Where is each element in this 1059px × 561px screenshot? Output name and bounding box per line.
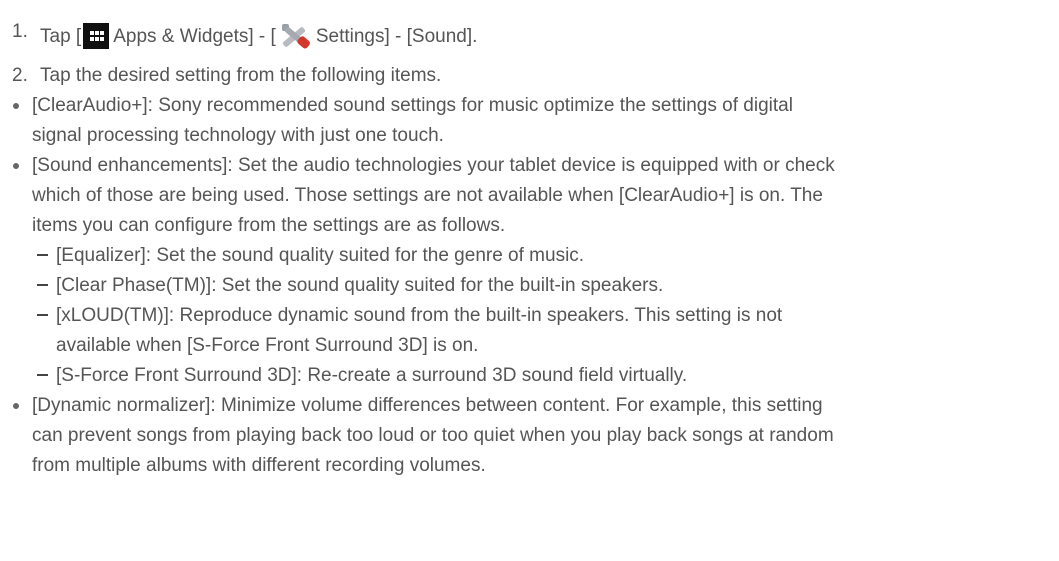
step-1-settings-label: Settings] - [Sound]. bbox=[315, 26, 478, 47]
dash-marker bbox=[37, 254, 48, 256]
step-1-text: Tap [ Apps & Widgets] - [ Settings] - [S… bbox=[40, 20, 477, 50]
sub-equalizer-text: [Equalizer]: Set the sound quality suite… bbox=[56, 245, 585, 266]
bullet-dot bbox=[13, 403, 19, 409]
item-sound-enh-line-3: items you can configure from the setting… bbox=[32, 215, 506, 236]
sub-xloud-line-1: [xLOUD(TM)]: Reproduce dynamic sound fro… bbox=[56, 305, 783, 326]
step-1-pre: Tap [ bbox=[40, 26, 82, 47]
item-sound-enh-line-1: [Sound enhancements]: Set the audio tech… bbox=[32, 155, 835, 176]
bullet-dot bbox=[13, 163, 19, 169]
settings-tools-icon bbox=[281, 24, 310, 49]
item-clearaudio-line-2: signal processing technology with just o… bbox=[32, 125, 444, 146]
sub-clear-phase-text: [Clear Phase(TM)]: Set the sound quality… bbox=[56, 275, 664, 296]
item-sound-enh-line-2: which of those are being used. Those set… bbox=[32, 185, 823, 206]
item-dyn-norm-line-2: can prevent songs from playing back too … bbox=[32, 425, 834, 446]
item-dyn-norm-line-1: [Dynamic normalizer]: Minimize volume di… bbox=[32, 395, 823, 416]
bullet-dot bbox=[13, 103, 19, 109]
item-dyn-norm-line-3: from multiple albums with different reco… bbox=[32, 455, 486, 476]
step-1-apps-label: Apps & Widgets] - [ bbox=[113, 26, 276, 47]
sub-sforce-text: [S-Force Front Surround 3D]: Re-create a… bbox=[56, 365, 688, 386]
step-2-text: Tap the desired setting from the followi… bbox=[40, 65, 442, 86]
dash-marker bbox=[37, 284, 48, 286]
apps-grid-icon bbox=[83, 23, 110, 49]
dash-marker bbox=[37, 314, 48, 316]
step-1-number: 1. bbox=[12, 21, 28, 42]
item-clearaudio-line-1: [ClearAudio+]: Sony recommended sound se… bbox=[32, 95, 793, 116]
step-2-number: 2. bbox=[12, 65, 28, 86]
dash-marker bbox=[37, 374, 48, 376]
sub-xloud-line-2: available when [S-Force Front Surround 3… bbox=[56, 335, 479, 356]
